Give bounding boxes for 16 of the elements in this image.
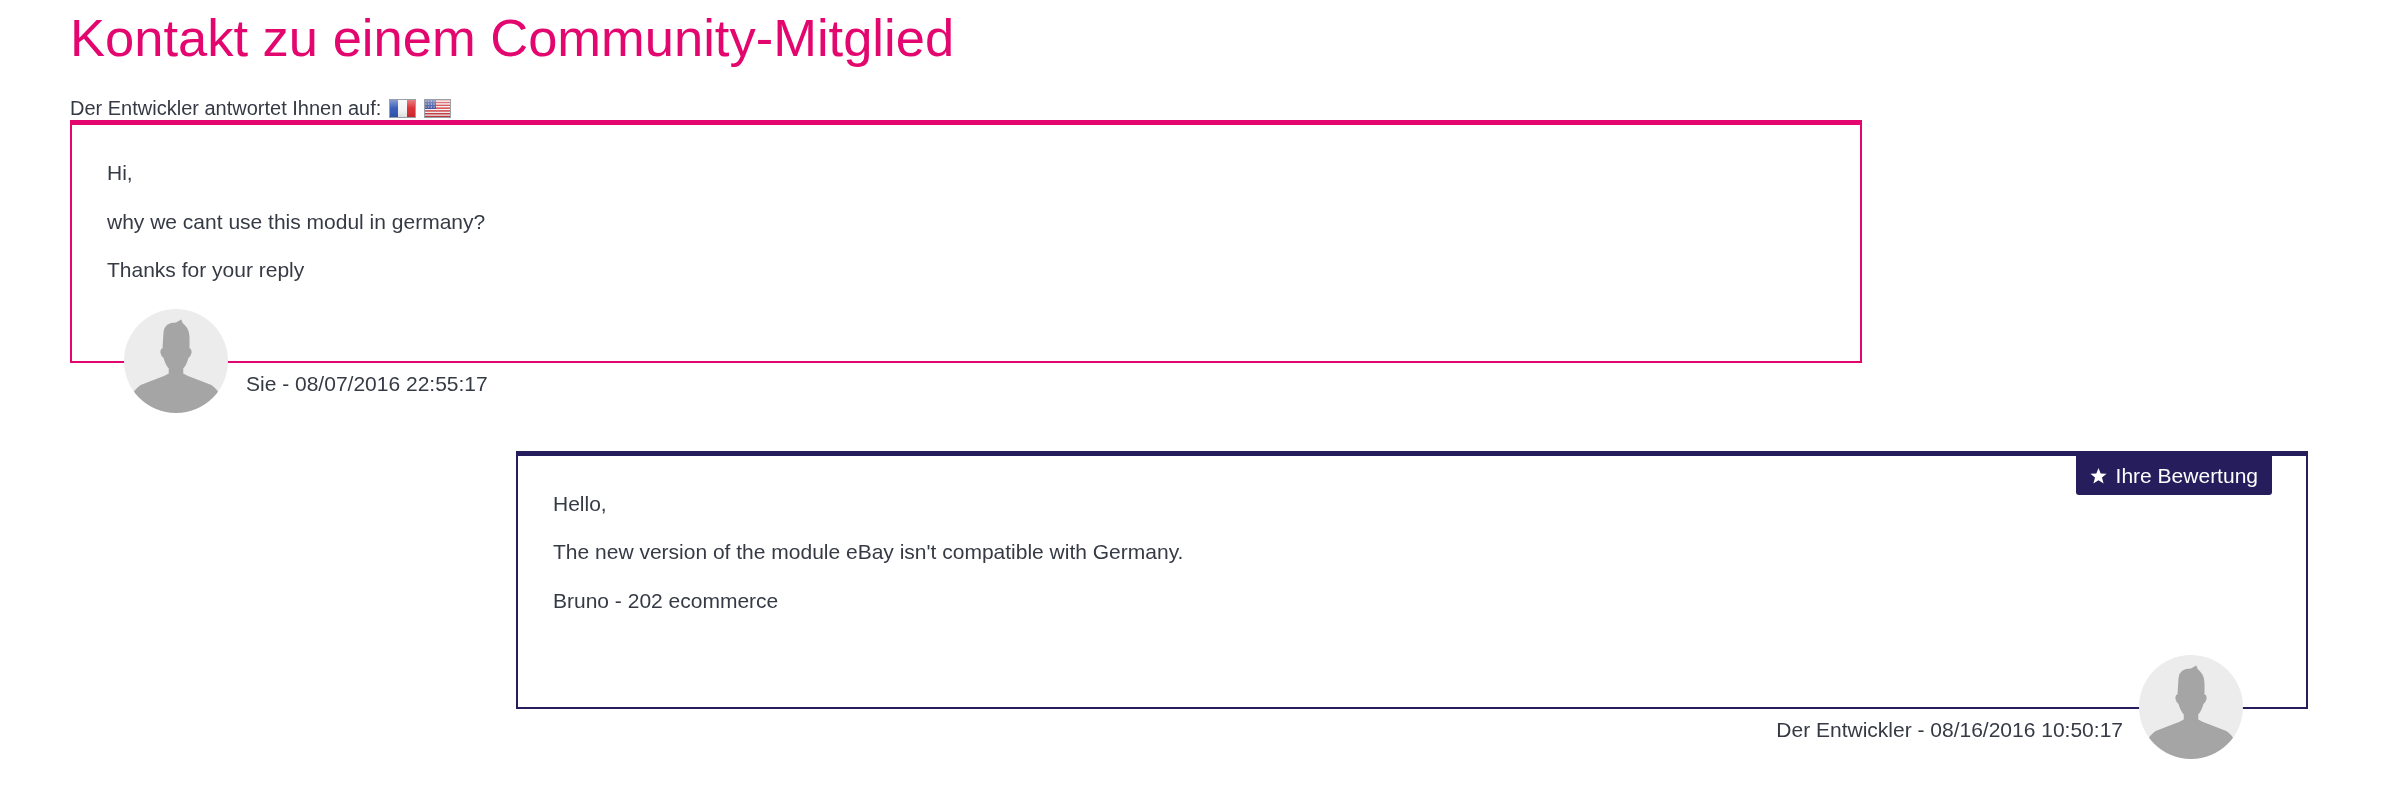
message-text: why we cant use this modul in germany? (107, 208, 487, 234)
avatar-icon (124, 308, 228, 413)
rating-button[interactable]: Ihre Bewertung (2075, 456, 2272, 496)
star-icon (2089, 467, 2107, 484)
message-text: Hi, (107, 160, 134, 186)
author-timestamp: Sie - 08/07/2016 22:55:17 (246, 371, 488, 395)
message-text: Thanks for your reply (107, 256, 306, 282)
author-timestamp: Der Entwickler - 08/16/2016 10:50:17 (1776, 717, 2123, 741)
reply-language-label: Der Entwickler antwortet Ihnen auf: (70, 96, 382, 121)
message-text: The new version of the module eBay isn't compatible with Germany. (553, 539, 1185, 565)
message-text: Hello, (553, 491, 608, 517)
avatar-icon (2139, 654, 2243, 759)
us-flag-icon (424, 98, 452, 118)
french-flag-icon (389, 98, 417, 118)
page-title: Kontakt zu einem Community-Mitglied (70, 8, 956, 69)
message-text: Bruno - 202 ecommerce (553, 587, 780, 613)
